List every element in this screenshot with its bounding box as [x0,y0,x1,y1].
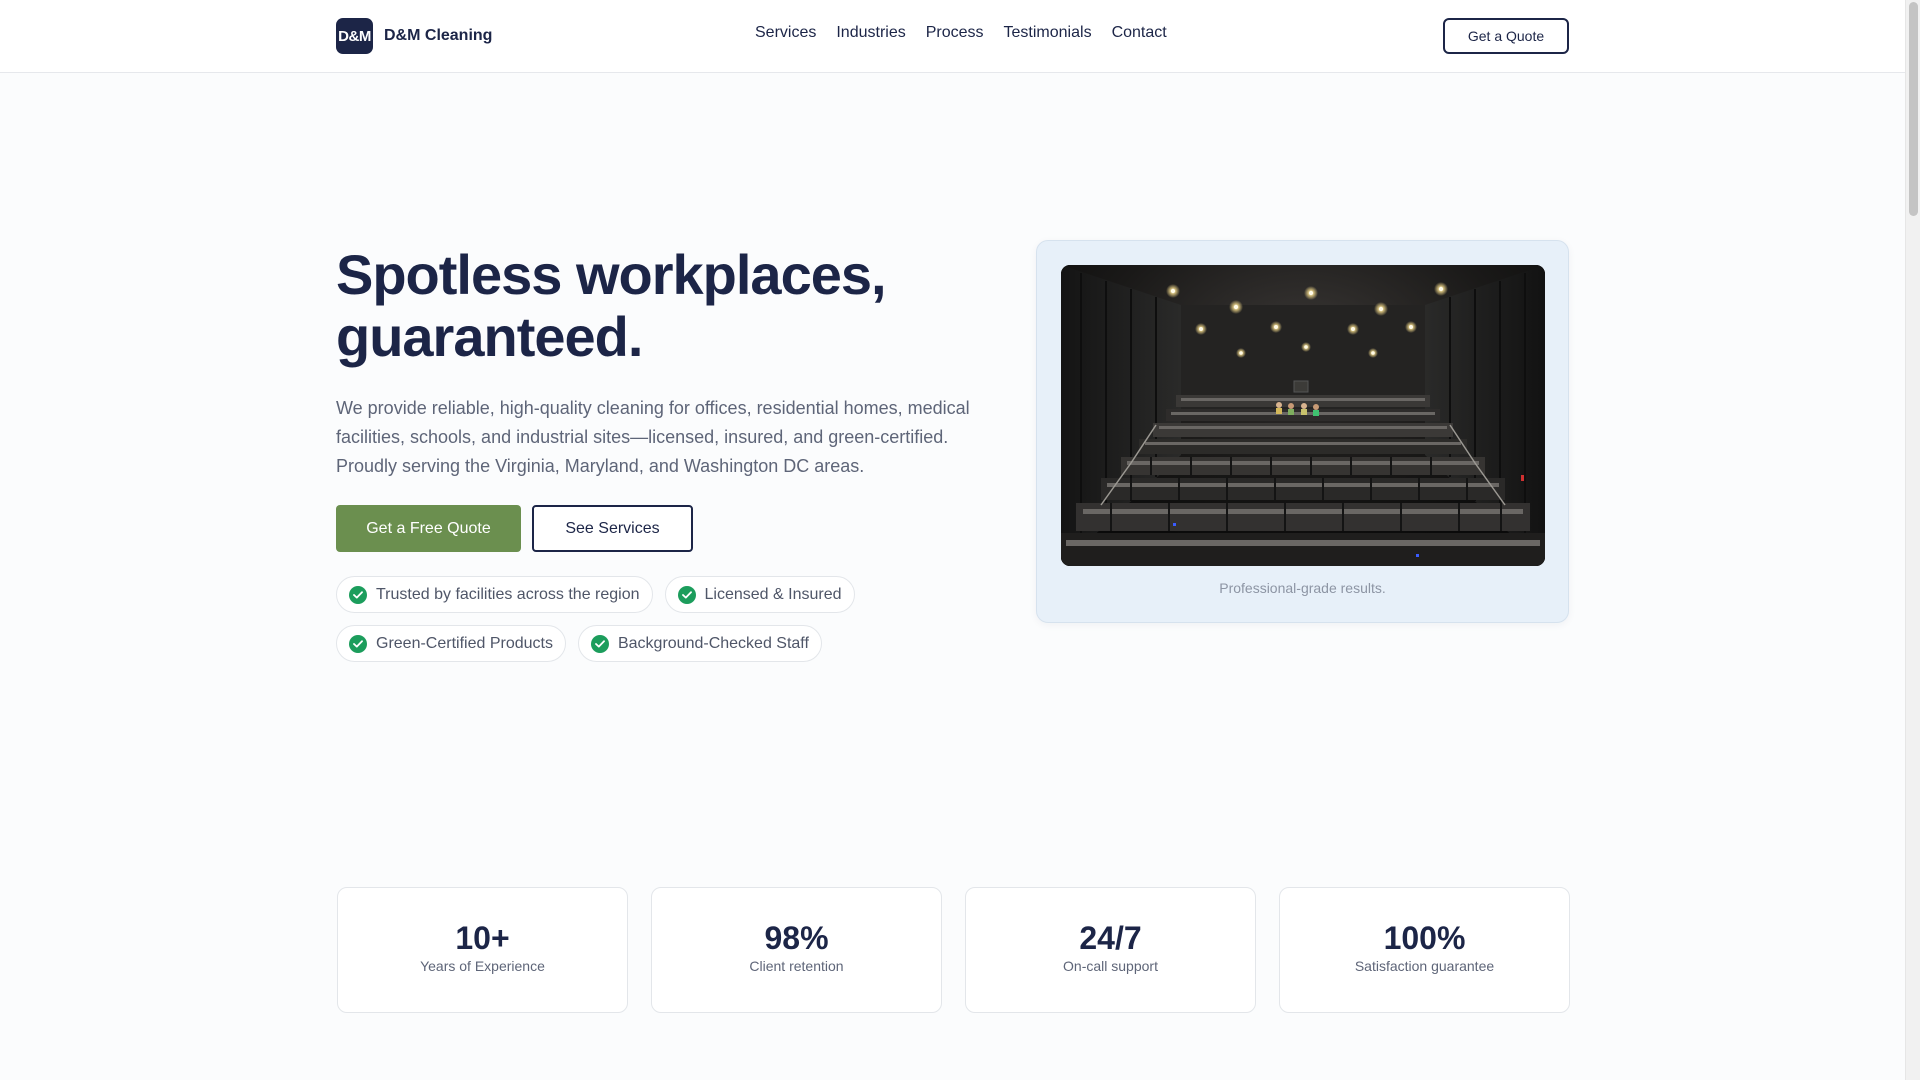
trust-badge-label: Licensed & Insured [704,585,842,603]
media-caption: Professional-grade results. [1219,580,1386,596]
hero-title-line-1: Spotless workplaces, [336,243,887,306]
brand-logo[interactable]: D&M [336,18,373,54]
site-header: D&M D&M Cleaning Services Industries Pro… [0,0,1905,73]
hero-title-line-2: guaranteed. [336,305,643,368]
hero-title: Spotless workplaces, guaranteed. [336,244,976,368]
see-services-button[interactable]: See Services [532,505,693,552]
trust-badge: Green-Certified Products [336,625,566,662]
stat-value: 100% [1383,920,1466,956]
check-circle-icon [677,585,696,604]
stat-card-retention: 98% Client retention [651,887,942,1013]
nav-item-process[interactable]: Process [926,24,984,42]
trust-badge: Trusted by facilities across the region [336,576,653,613]
stat-value: 98% [764,920,829,956]
get-quote-button[interactable]: Get a Quote [1443,18,1569,54]
trust-badges: Trusted by facilities across the region … [336,576,896,662]
brand-name[interactable]: D&M Cleaning [384,27,492,45]
stat-value: 24/7 [1079,920,1142,956]
stat-label: Client retention [749,958,844,974]
check-circle-icon [349,634,367,653]
nav-item-contact[interactable]: Contact [1112,24,1167,42]
brand[interactable]: D&M D&M Cleaning [336,18,492,54]
nav-item-industries[interactable]: Industries [836,24,905,42]
check-circle-icon [590,634,609,653]
stat-value: 10+ [455,920,510,956]
trust-badge-label: Green-Certified Products [376,634,553,652]
theater-photo [1061,265,1545,566]
hero-description: We provide reliable, high-quality cleani… [336,398,970,476]
page-scrollbar[interactable] [1905,0,1920,1080]
scrollbar-thumb[interactable] [1909,2,1918,216]
stat-label: Satisfaction guarantee [1354,958,1495,974]
check-circle-icon [349,585,367,604]
get-free-quote-button[interactable]: Get a Free Quote [336,505,521,552]
hero-media-card: Professional-grade results. [1036,240,1569,623]
nav-item-testimonials[interactable]: Testimonials [1004,24,1092,42]
stat-card-guarantee: 100% Satisfaction guarantee [1279,887,1570,1013]
nav-item-services[interactable]: Services [755,24,816,42]
trust-badge: Licensed & Insured [664,576,855,613]
trust-badge-label: Background-Checked Staff [617,634,809,652]
trust-badge-label: Trusted by facilities across the region [376,585,640,603]
stat-card-experience: 10+ Years of Experience [337,887,628,1013]
trust-badge: Background-Checked Staff [577,625,822,662]
stat-label: On-call support [1063,958,1158,974]
stat-card-support: 24/7 On-call support [965,887,1256,1013]
main-nav: Services Industries Process Testimonials… [755,24,1167,42]
theater-illustration [1061,265,1545,566]
stat-label: Years of Experience [420,958,545,974]
